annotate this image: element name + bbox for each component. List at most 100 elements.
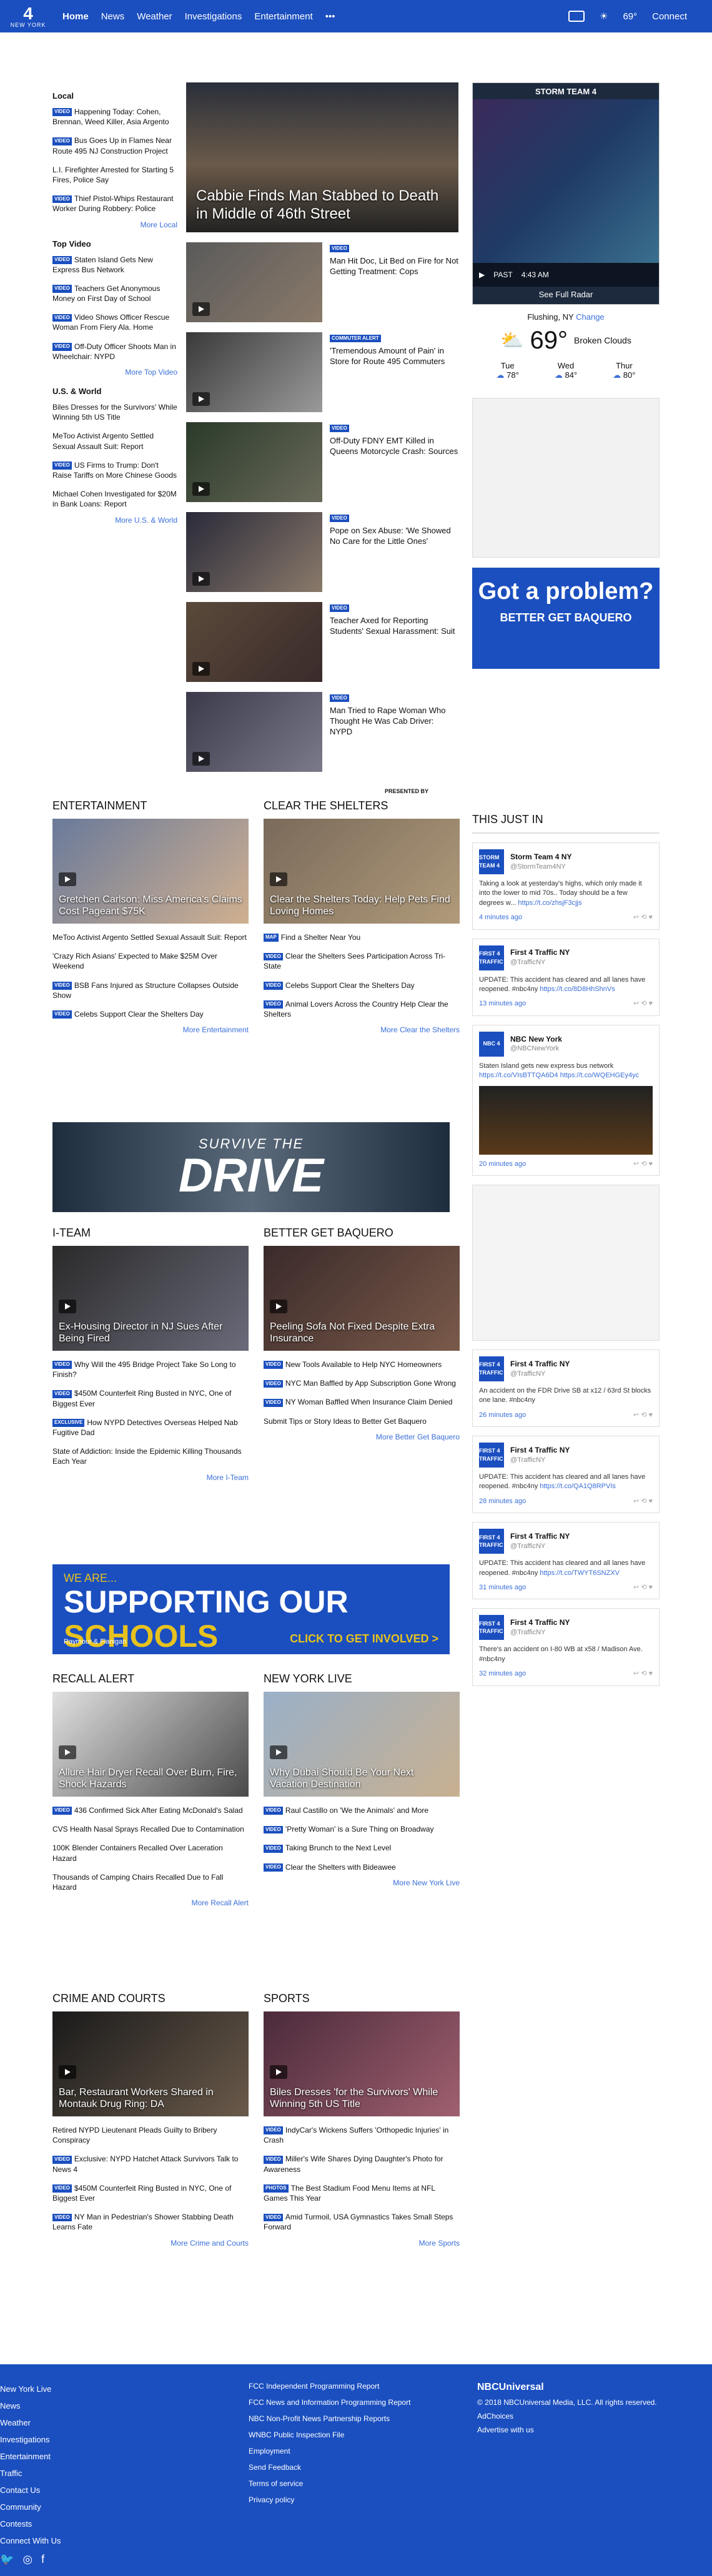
- footer-link[interactable]: Contests: [0, 2519, 94, 2529]
- list-item[interactable]: VIDEO Animal Lovers Across the Country He…: [264, 999, 460, 1019]
- item-title[interactable]: Celebs Support Clear the Shelters Day: [285, 981, 415, 990]
- feature-card[interactable]: Why Dubai Should Be Your Next Vacation D…: [264, 1692, 460, 1797]
- list-item[interactable]: VIDEO Exclusive: NYPD Hatchet Attack Surv…: [52, 2154, 249, 2174]
- tweet-link[interactable]: https://t.co/VIsBTTQA6D4 https://t.co/WQ…: [479, 1072, 639, 1079]
- tweet-link[interactable]: https://t.co/QA1Q8RPVIs: [540, 1483, 616, 1490]
- tweet-time[interactable]: 28 minutes ago: [479, 1497, 526, 1506]
- tweet-time[interactable]: 20 minutes ago: [479, 1160, 526, 1169]
- item-title[interactable]: Celebs Support Clear the Shelters Day: [74, 1010, 204, 1019]
- list-item[interactable]: 'Crazy Rich Asians' Expected to Make $25…: [52, 951, 249, 971]
- tweet-card[interactable]: NBC 4 NBC New York @NBCNewYork Staten Islan…: [472, 1024, 660, 1176]
- tweet-actions-icon[interactable]: ↩ ⟲ ♥: [633, 1669, 653, 1679]
- more-link[interactable]: More Local: [52, 220, 177, 229]
- item-title[interactable]: NYC Man Baffled by App Subscription Gone…: [285, 1379, 456, 1388]
- item-title[interactable]: Submit Tips or Story Ideas to Better Get…: [264, 1417, 427, 1426]
- list-item[interactable]: VIDEO Thief Pistol-Whips Restaurant Worke…: [52, 194, 177, 214]
- story-title[interactable]: Off-Duty FDNY EMT Killed in Queens Motor…: [330, 436, 458, 457]
- play-icon[interactable]: [192, 572, 210, 586]
- nav-home[interactable]: Home: [62, 11, 89, 22]
- list-item[interactable]: VIDEO New Tools Available to Help NYC Hom…: [264, 1360, 460, 1369]
- story-text[interactable]: VIDEO Man Tried to Rape Woman Who Thought…: [330, 692, 458, 772]
- play-icon[interactable]: [192, 482, 210, 496]
- list-item[interactable]: EXCLUSIVE How NYPD Detectives Overseas He…: [52, 1418, 249, 1438]
- change-location-link[interactable]: Change: [576, 312, 605, 322]
- story-row[interactable]: COMMUTER ALERT 'Tremendous Amount of Pain…: [186, 332, 458, 412]
- list-item[interactable]: Retired NYPD Lieutenant Pleads Guilty to…: [52, 2125, 249, 2145]
- feature-card[interactable]: Clear the Shelters Today: Help Pets Find…: [264, 819, 460, 924]
- feature-card[interactable]: Gretchen Carlson: Miss America's Claims …: [52, 819, 249, 924]
- footer-link[interactable]: Terms of service: [249, 2479, 436, 2488]
- tweet-image[interactable]: [479, 1085, 653, 1155]
- tweet-card[interactable]: FIRST 4 TRAFFIC First 4 Traffic NY @Traffi…: [472, 1608, 660, 1686]
- list-item[interactable]: Michael Cohen Investigated for $20M in B…: [52, 489, 177, 509]
- tweet-name[interactable]: NBC New York: [510, 1034, 562, 1045]
- tweet-actions-icon[interactable]: ↩ ⟲ ♥: [633, 1583, 653, 1592]
- list-item[interactable]: VIDEO Taking Brunch to the Next Level: [264, 1843, 460, 1853]
- item-title[interactable]: Clear the Shelters with Bideawee: [285, 1863, 396, 1872]
- play-icon[interactable]: [192, 392, 210, 406]
- item-title[interactable]: 100K Blender Containers Recalled Over La…: [52, 1843, 223, 1862]
- list-item[interactable]: VIDEO Video Shows Officer Rescue Woman Fr…: [52, 312, 177, 332]
- tweet-time[interactable]: 31 minutes ago: [479, 1583, 526, 1592]
- more-link[interactable]: More Top Video: [52, 368, 177, 377]
- nav-news[interactable]: News: [101, 11, 125, 22]
- item-title[interactable]: The Best Stadium Food Menu Items at NFL …: [264, 2184, 435, 2203]
- story-text[interactable]: COMMUTER ALERT 'Tremendous Amount of Pain…: [330, 332, 458, 412]
- see-full-radar-link[interactable]: See Full Radar: [473, 285, 659, 304]
- list-item[interactable]: VIDEO 'Pretty Woman' is a Sure Thing on B…: [264, 1824, 460, 1834]
- more-link[interactable]: More U.S. & World: [52, 516, 177, 525]
- tweet-card[interactable]: FIRST 4 TRAFFIC First 4 Traffic NY @Traffi…: [472, 938, 660, 1016]
- item-title[interactable]: Why Will the 495 Bridge Project Take So …: [52, 1360, 236, 1379]
- item-title[interactable]: Animal Lovers Across the Country Help Cl…: [264, 1000, 448, 1019]
- footer-link[interactable]: WNBC Public Inspection File: [249, 2430, 436, 2439]
- hero-story[interactable]: Cabbie Finds Man Stabbed to Death in Mid…: [186, 82, 458, 232]
- more-link[interactable]: More New York Live: [264, 1878, 460, 1887]
- list-item[interactable]: VIDEO US Firms to Trump: Don't Raise Tari…: [52, 460, 177, 480]
- play-icon[interactable]: [270, 1745, 287, 1759]
- more-link[interactable]: More Better Get Baquero: [264, 1433, 460, 1441]
- list-item[interactable]: VIDEO Clear the Shelters Sees Participati…: [264, 951, 460, 971]
- instagram-icon[interactable]: ◎: [22, 2553, 32, 2566]
- list-item[interactable]: VIDEO NY Man in Pedestrian's Shower Stabb…: [52, 2212, 249, 2232]
- item-title[interactable]: Raul Castillo on 'We the Animals' and Mo…: [285, 1806, 428, 1815]
- schools-cta[interactable]: CLICK TO GET INVOLVED >: [290, 1632, 438, 1646]
- item-title[interactable]: NY Man in Pedestrian's Shower Stabbing D…: [52, 2213, 234, 2231]
- story-text[interactable]: VIDEO Off-Duty FDNY EMT Killed in Queens …: [330, 422, 458, 502]
- play-icon[interactable]: [270, 872, 287, 886]
- list-item[interactable]: VIDEO Raul Castillo on 'We the Animals' a…: [264, 1805, 460, 1815]
- item-title[interactable]: Thousands of Camping Chairs Recalled Due…: [52, 1873, 223, 1892]
- play-icon[interactable]: [59, 872, 76, 886]
- tweet-handle[interactable]: @StormTeam4NY: [510, 862, 571, 872]
- footer-link[interactable]: Weather: [0, 2418, 94, 2427]
- list-item[interactable]: VIDEO Happening Today: Cohen, Brennan, We…: [52, 107, 177, 127]
- item-title[interactable]: $450M Counterfeit Ring Busted in NYC, On…: [52, 2184, 231, 2203]
- list-item[interactable]: Biles Dresses for the Survivors' While W…: [52, 402, 177, 422]
- story-thumbnail[interactable]: [186, 602, 322, 682]
- list-item[interactable]: VIDEO IndyCar's Wickens Suffers 'Orthoped…: [264, 2125, 460, 2145]
- story-title[interactable]: 'Tremendous Amount of Pain' in Store for…: [330, 346, 458, 367]
- tweet-time[interactable]: 32 minutes ago: [479, 1669, 526, 1679]
- story-title[interactable]: Pope on Sex Abuse: 'We Showed No Care fo…: [330, 526, 458, 547]
- tweet-name[interactable]: First 4 Traffic NY: [510, 1445, 570, 1456]
- feature-card[interactable]: Allure Hair Dryer Recall Over Burn, Fire…: [52, 1692, 249, 1797]
- nav-entertainment[interactable]: Entertainment: [254, 11, 312, 22]
- footer-link[interactable]: Contact Us: [0, 2485, 94, 2495]
- list-item[interactable]: 100K Blender Containers Recalled Over La…: [52, 1843, 249, 1863]
- play-icon[interactable]: [270, 1300, 287, 1313]
- story-title[interactable]: Man Tried to Rape Woman Who Thought He W…: [330, 706, 458, 738]
- tweet-actions-icon[interactable]: ↩ ⟲ ♥: [633, 913, 653, 922]
- hero-title[interactable]: Cabbie Finds Man Stabbed to Death in Mid…: [196, 187, 448, 224]
- tweet-avatar[interactable]: NBC 4: [479, 1031, 504, 1057]
- list-item[interactable]: VIDEO $450M Counterfeit Ring Busted in NY…: [52, 1388, 249, 1408]
- feature-card[interactable]: Bar, Restaurant Workers Shared in Montau…: [52, 2011, 249, 2116]
- adchoices-link[interactable]: AdChoices: [477, 2412, 665, 2421]
- item-title[interactable]: BSB Fans Injured as Structure Collapses …: [52, 981, 239, 1000]
- list-item[interactable]: Submit Tips or Story Ideas to Better Get…: [264, 1416, 460, 1426]
- list-item[interactable]: CVS Health Nasal Sprays Recalled Due to …: [52, 1824, 249, 1834]
- tweet-handle[interactable]: @NBCNewYork: [510, 1044, 562, 1054]
- tweet-name[interactable]: First 4 Traffic NY: [510, 1359, 570, 1369]
- list-item[interactable]: Thousands of Camping Chairs Recalled Due…: [52, 1872, 249, 1892]
- item-title[interactable]: 436 Confirmed Sick After Eating McDonald…: [74, 1806, 243, 1815]
- feature-card-title[interactable]: Clear the Shelters Today: Help Pets Find…: [270, 894, 453, 917]
- item-title[interactable]: Find a Shelter Near You: [281, 933, 360, 942]
